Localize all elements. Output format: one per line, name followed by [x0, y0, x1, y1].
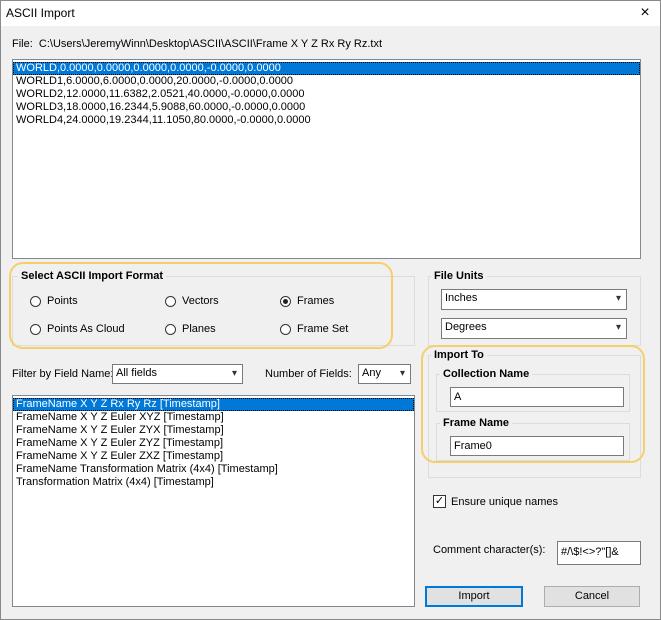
radio-planes[interactable]: Planes	[165, 323, 216, 335]
radio-label: Points As Cloud	[47, 323, 125, 335]
import-button[interactable]: Import	[425, 586, 523, 607]
file-path-row: File: C:\Users\JeremyWinn\Desktop\ASCII\…	[12, 38, 382, 50]
field-filter-value: All fields	[116, 367, 157, 379]
format-group-title: Select ASCII Import Format	[18, 270, 167, 282]
cancel-button[interactable]: Cancel	[544, 586, 640, 607]
import-to-title: Import To	[431, 349, 487, 361]
ensure-unique-label: Ensure unique names	[451, 496, 559, 508]
radio-circle[interactable]	[30, 323, 41, 335]
format-group	[12, 276, 415, 346]
radio-label: Frame Set	[297, 323, 349, 335]
collection-label: Collection Name	[440, 368, 533, 380]
field-format-item[interactable]: Transformation Matrix (4x4) [Timestamp]	[13, 476, 414, 489]
radio-frame-set[interactable]: Frame Set	[280, 323, 348, 335]
num-fields-label: Number of Fields:	[265, 368, 352, 380]
preview-list[interactable]: WORLD,0.0000,0.0000,0.0000,0.0000,-0.000…	[12, 59, 641, 259]
radio-circle-selected[interactable]	[280, 295, 291, 307]
comment-chars-input[interactable]: #/\$!<>?"[]&	[557, 541, 641, 565]
preview-line[interactable]: WORLD3,18.0000,16.2344,5.9088,60.0000,-0…	[13, 101, 640, 114]
units-group-title: File Units	[431, 270, 487, 282]
radio-points[interactable]: Points	[30, 295, 78, 307]
radio-label: Vectors	[182, 295, 219, 307]
radio-points-as-cloud[interactable]: Points As Cloud	[30, 323, 125, 335]
radio-circle[interactable]	[165, 295, 176, 307]
frame-name-value: Frame0	[454, 440, 492, 452]
num-fields-select[interactable]: Any ▾	[358, 364, 411, 384]
radio-label: Points	[47, 295, 78, 307]
radio-circle[interactable]	[165, 323, 176, 335]
chevron-down-icon[interactable]: ▾	[616, 319, 621, 337]
field-format-item[interactable]: FrameName X Y Z Euler ZXZ [Timestamp]	[13, 450, 414, 463]
frame-name-input[interactable]: Frame0	[450, 436, 624, 456]
file-label: File:	[12, 38, 33, 50]
chevron-down-icon[interactable]: ▾	[232, 365, 237, 383]
filter-label: Filter by Field Name:	[12, 368, 114, 380]
num-fields-value: Any	[362, 367, 381, 379]
preview-line[interactable]: WORLD,0.0000,0.0000,0.0000,0.0000,-0.000…	[13, 62, 640, 75]
collection-name-value: A	[454, 391, 462, 403]
chevron-down-icon[interactable]: ▾	[616, 290, 621, 308]
radio-circle[interactable]	[30, 295, 41, 307]
title-bar	[0, 0, 661, 26]
preview-line[interactable]: WORLD2,12.0000,11.6382,2.0521,40.0000,-0…	[13, 88, 640, 101]
angle-units-value: Degrees	[445, 321, 487, 333]
comment-label: Comment character(s):	[433, 544, 546, 556]
field-format-item[interactable]: FrameName X Y Z Euler ZYZ [Timestamp]	[13, 437, 414, 450]
field-format-item[interactable]: FrameName X Y Z Euler ZYX [Timestamp]	[13, 424, 414, 437]
radio-vectors[interactable]: Vectors	[165, 295, 219, 307]
field-filter-select[interactable]: All fields ▾	[112, 364, 243, 384]
chevron-down-icon[interactable]: ▾	[400, 365, 405, 383]
length-units-select[interactable]: Inches ▾	[441, 289, 627, 310]
window-title: ASCII Import	[6, 6, 75, 20]
frame-label: Frame Name	[440, 417, 513, 429]
field-format-item[interactable]: FrameName Transformation Matrix (4x4) [T…	[13, 463, 414, 476]
collection-name-input[interactable]: A	[450, 387, 624, 407]
angle-units-select[interactable]: Degrees ▾	[441, 318, 627, 339]
radio-circle[interactable]	[280, 323, 291, 335]
field-format-item[interactable]: FrameName X Y Z Euler XYZ [Timestamp]	[13, 411, 414, 424]
file-path: C:\Users\JeremyWinn\Desktop\ASCII\ASCII\…	[38, 38, 383, 50]
length-units-value: Inches	[445, 292, 478, 304]
field-format-list[interactable]: FrameName X Y Z Rx Ry Rz [Timestamp] Fra…	[12, 395, 415, 607]
radio-label: Frames	[297, 295, 335, 307]
close-icon[interactable]: ×	[632, 2, 658, 24]
field-format-item[interactable]: FrameName X Y Z Rx Ry Rz [Timestamp]	[13, 398, 414, 411]
ensure-unique-checkbox[interactable]: ✓	[433, 495, 446, 508]
radio-label: Planes	[182, 323, 216, 335]
comment-chars-value: #/\$!<>?"[]&	[561, 546, 619, 558]
preview-line[interactable]: WORLD1,6.0000,6.0000,0.0000,20.0000,-0.0…	[13, 75, 640, 88]
preview-line[interactable]: WORLD4,24.0000,19.2344,11.1050,80.0000,-…	[13, 114, 640, 127]
radio-frames[interactable]: Frames	[280, 295, 334, 307]
